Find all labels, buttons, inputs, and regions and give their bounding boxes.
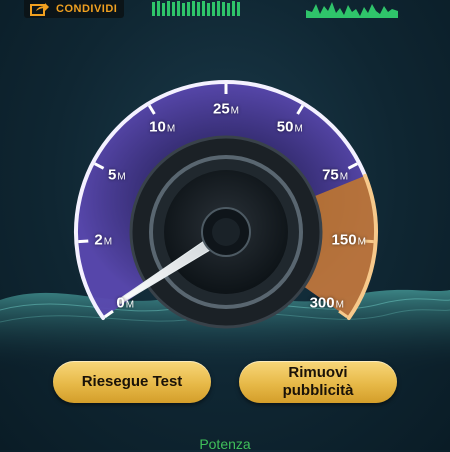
retest-label: Riesegue Test (81, 373, 183, 390)
remove-ads-label: Rimuovi pubblicità (282, 364, 354, 399)
tick-mark (78, 239, 89, 244)
tick-label: 0M (116, 294, 135, 312)
tick-label: 75M (322, 166, 349, 184)
tick-label: 300M (309, 294, 344, 312)
tick-label: 10M (149, 118, 176, 136)
tick-label: 150M (331, 231, 366, 249)
tick-label: 2M (94, 231, 113, 249)
tick-label: 50M (276, 118, 303, 136)
remove-ads-button[interactable]: Rimuovi pubblicità (239, 361, 397, 403)
retest-button[interactable]: Riesegue Test (53, 361, 211, 403)
tick-label: 25M (212, 100, 240, 118)
tick-label: 5M (108, 166, 126, 184)
